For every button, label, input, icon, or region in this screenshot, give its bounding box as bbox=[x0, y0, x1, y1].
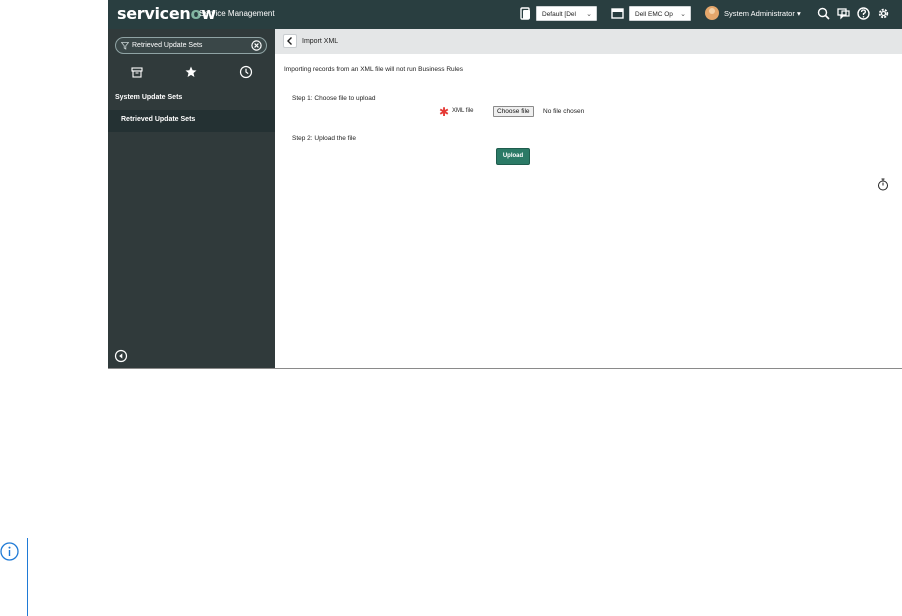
top-banner: servicenow Service Management Default [D… bbox=[108, 0, 902, 29]
domain-icon[interactable] bbox=[610, 6, 625, 21]
all-apps-icon[interactable] bbox=[129, 64, 145, 80]
form-header: Import XML bbox=[275, 29, 902, 54]
chevron-down-icon: ⌄ bbox=[586, 11, 592, 18]
history-clock-icon[interactable] bbox=[238, 64, 254, 80]
logo-text: servicen bbox=[117, 4, 191, 23]
update-set-value: Default [Del bbox=[542, 11, 576, 18]
step1-heading: Step 1: Choose file to upload bbox=[292, 95, 376, 102]
required-asterisk-icon: ✱ bbox=[439, 105, 450, 119]
chat-icon[interactable] bbox=[836, 6, 851, 21]
info-note: Importing records from an XML file will … bbox=[284, 66, 463, 73]
update-set-select[interactable]: Default [Del ⌄ bbox=[536, 6, 597, 21]
navigator-filter-input[interactable]: Retrieved Update Sets bbox=[132, 42, 202, 49]
back-button[interactable] bbox=[283, 34, 297, 48]
user-name: System Administrator bbox=[724, 9, 795, 18]
update-set-icon[interactable] bbox=[518, 6, 533, 21]
gear-icon[interactable] bbox=[876, 6, 891, 21]
servicenow-window: servicenow Service Management Default [D… bbox=[108, 0, 902, 369]
content-frame: Import XML Importing records from an XML… bbox=[275, 29, 902, 368]
user-menu[interactable]: System Administrator ▾ bbox=[724, 9, 801, 18]
upload-button[interactable]: Upload bbox=[496, 148, 530, 165]
application-navigator: Retrieved Update Sets System Update Sets… bbox=[108, 29, 275, 368]
clear-filter-icon[interactable] bbox=[251, 40, 262, 51]
info-icon bbox=[0, 542, 19, 561]
navigator-filter[interactable]: Retrieved Update Sets bbox=[115, 37, 267, 54]
collapse-navigator-icon[interactable] bbox=[114, 349, 128, 363]
favorites-star-icon[interactable] bbox=[183, 64, 199, 80]
no-file-chosen-text: No file chosen bbox=[543, 108, 585, 115]
domain-value: Dell EMC Op bbox=[635, 11, 673, 18]
avatar[interactable] bbox=[705, 6, 719, 20]
filter-funnel-icon bbox=[121, 42, 129, 50]
app-name: Service Management bbox=[199, 9, 275, 18]
domain-select[interactable]: Dell EMC Op ⌄ bbox=[629, 6, 691, 21]
navigator-tabs bbox=[108, 61, 275, 83]
nav-section-system-update-sets[interactable]: System Update Sets bbox=[115, 94, 182, 101]
response-time-icon[interactable] bbox=[877, 178, 889, 191]
xml-file-label: XML file bbox=[452, 108, 474, 114]
chevron-down-icon: ⌄ bbox=[680, 11, 686, 18]
choose-file-button[interactable]: Choose file bbox=[493, 106, 534, 117]
search-icon[interactable] bbox=[816, 6, 831, 21]
help-icon[interactable] bbox=[856, 6, 871, 21]
nav-item-label: Retrieved Update Sets bbox=[121, 116, 196, 123]
step2-heading: Step 2: Upload the file bbox=[292, 135, 356, 142]
page-title: Import XML bbox=[302, 38, 339, 45]
chevron-left-icon bbox=[287, 37, 292, 45]
callout-divider bbox=[27, 538, 28, 616]
caret-down-icon: ▾ bbox=[796, 9, 801, 18]
nav-item-retrieved-update-sets[interactable]: Retrieved Update Sets bbox=[108, 110, 275, 132]
